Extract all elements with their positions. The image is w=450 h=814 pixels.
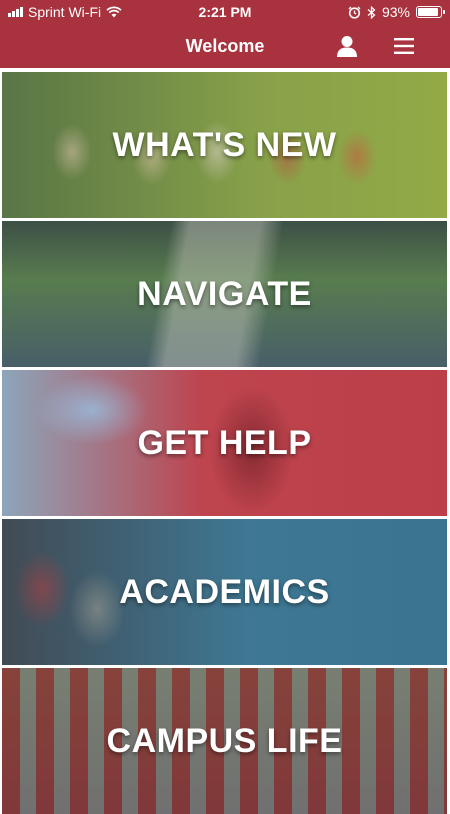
tile-campus-life[interactable]: CAMPUS LIFE — [2, 668, 447, 814]
bluetooth-icon — [367, 5, 376, 19]
signal-bars-icon — [8, 7, 23, 17]
tile-academics[interactable]: ACADEMICS — [2, 519, 447, 665]
status-left: Sprint Wi-Fi — [8, 4, 153, 20]
tile-label: CAMPUS LIFE — [106, 721, 343, 760]
carrier-name: Sprint Wi-Fi — [28, 4, 102, 20]
tile-whats-new[interactable]: WHAT'S NEW — [2, 72, 447, 218]
alarm-icon — [348, 6, 361, 19]
hamburger-menu-icon[interactable] — [393, 35, 415, 57]
tile-navigate[interactable]: NAVIGATE — [2, 221, 447, 367]
tile-label: GET HELP — [137, 423, 312, 462]
battery-percent: 93% — [381, 4, 411, 20]
tile-get-help[interactable]: GET HELP — [2, 370, 447, 516]
nav-bar: Welcome — [0, 24, 450, 68]
user-profile-icon[interactable] — [335, 34, 359, 58]
clock: 2:21 PM — [198, 4, 252, 20]
page-title: Welcome — [185, 35, 265, 56]
tile-label: WHAT'S NEW — [112, 125, 337, 164]
battery-fill — [418, 8, 439, 16]
wifi-icon — [106, 6, 122, 18]
status-right: 93% — [297, 4, 446, 20]
status-bar: Sprint Wi-Fi 2:21 PM 93% — [0, 0, 450, 24]
tile-label: ACADEMICS — [119, 572, 330, 611]
tile-label: NAVIGATE — [137, 274, 312, 313]
battery-icon — [416, 6, 446, 18]
